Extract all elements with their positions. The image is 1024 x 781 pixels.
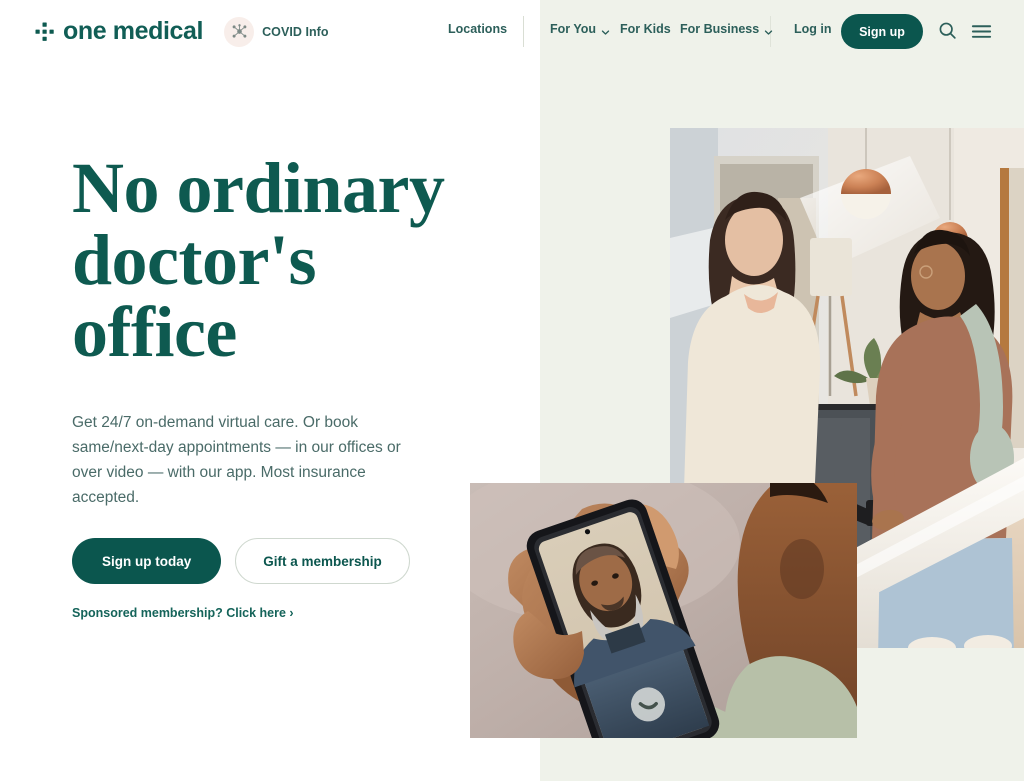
headline-line-1: No ordinary xyxy=(72,148,445,228)
chevron-down-icon xyxy=(764,26,773,35)
covid-info-label: COVID Info xyxy=(262,24,329,39)
locations-link[interactable]: Locations xyxy=(448,22,507,36)
virus-molecule-icon xyxy=(224,16,255,47)
nav-item-label: For You xyxy=(550,22,597,36)
brand-logo[interactable]: one medical xyxy=(34,17,204,46)
sign-up-today-button[interactable]: Sign up today xyxy=(72,538,222,585)
header-divider-left xyxy=(523,16,524,47)
page-root: No ordinary doctor's office Get 24/7 on-… xyxy=(0,0,1024,781)
headline-line-2: doctor's xyxy=(72,220,316,300)
nav-item-label: Log in xyxy=(794,22,832,36)
hero-description: Get 24/7 on-demand virtual care. Or book… xyxy=(72,414,401,507)
covid-info-link[interactable]: COVID Info xyxy=(224,16,329,47)
search-icon[interactable] xyxy=(937,20,958,41)
nav-item-label: For Kids xyxy=(620,22,671,36)
nav-item-for-you[interactable]: For You xyxy=(550,22,610,36)
sign-up-button[interactable]: Sign up xyxy=(841,14,923,49)
header-left-background: one medical COVID Info Locations xyxy=(0,0,540,63)
nav-item-label: For Business xyxy=(680,22,760,36)
sponsored-membership-link[interactable]: Sponsored membership? Click here › xyxy=(72,606,294,620)
site-header: one medical COVID Info Locations For You… xyxy=(0,0,1024,63)
hero-telehealth-photo xyxy=(470,483,857,738)
hero-content: No ordinary doctor's office Get 24/7 on-… xyxy=(72,152,502,622)
brand-name: one medical xyxy=(63,17,204,45)
nav-item-log-in[interactable]: Log in xyxy=(794,22,832,36)
hero-cta-row: Sign up today Gift a membership xyxy=(72,538,502,585)
page-title: No ordinary doctor's office xyxy=(72,152,502,368)
nav-item-for-kids[interactable]: For Kids xyxy=(620,22,671,36)
chevron-down-icon xyxy=(601,26,610,35)
headline-line-3: office xyxy=(72,292,237,372)
dot-grid-logo-icon xyxy=(34,21,56,43)
gift-a-membership-button[interactable]: Gift a membership xyxy=(235,538,410,585)
hamburger-menu-icon[interactable] xyxy=(970,20,993,43)
nav-item-for-business[interactable]: For Business xyxy=(680,22,773,36)
